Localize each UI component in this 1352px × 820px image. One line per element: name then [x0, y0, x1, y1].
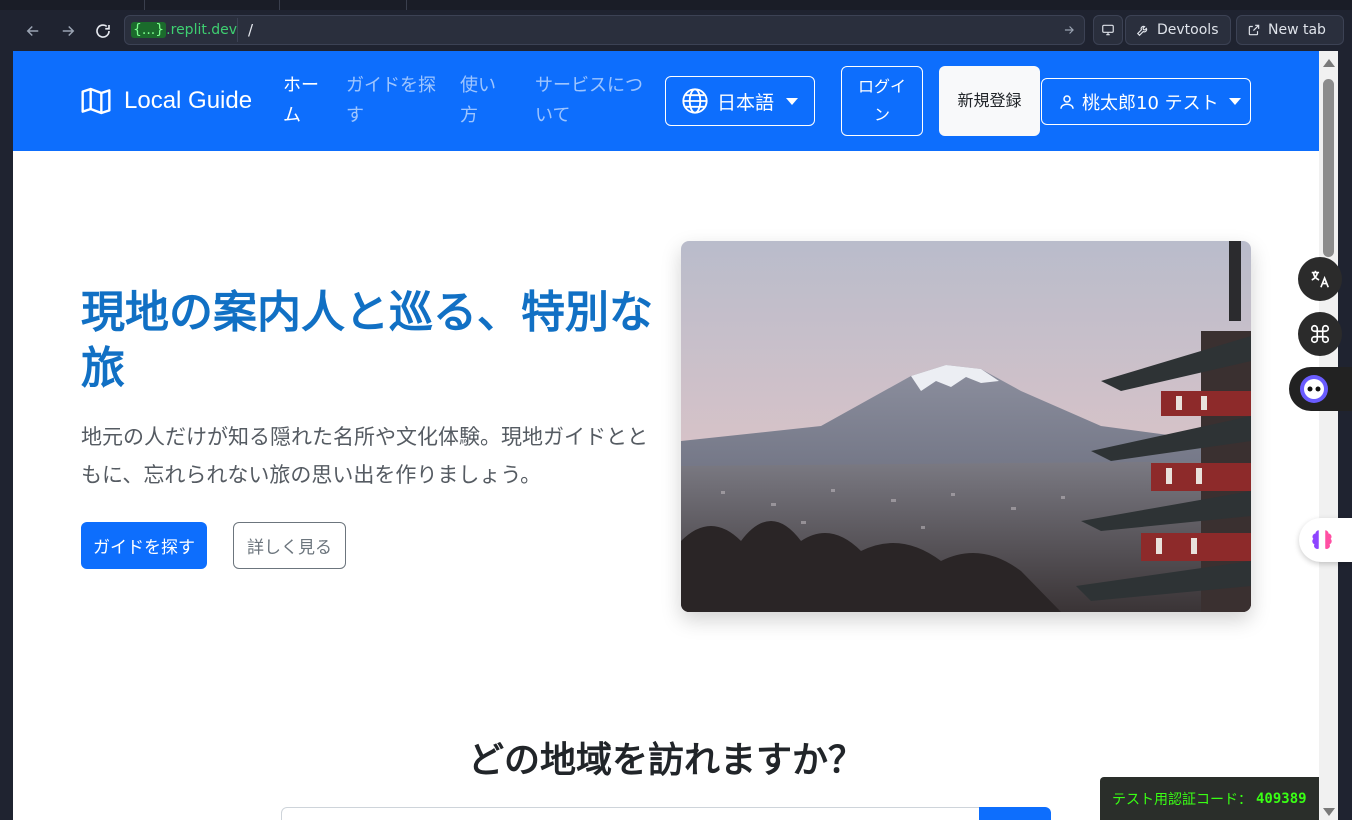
- brand-link[interactable]: Local Guide: [80, 85, 252, 117]
- tab-divider: [279, 0, 280, 10]
- tab-strip: [0, 0, 1352, 10]
- caret-down-icon: [1228, 98, 1241, 105]
- map-icon: [81, 87, 111, 115]
- auth-code-value: 409389: [1256, 790, 1307, 807]
- region-search-button[interactable]: [979, 807, 1051, 820]
- assistant-fab[interactable]: [1289, 367, 1352, 411]
- wrench-icon: [1136, 25, 1148, 37]
- translate-icon: [1311, 270, 1330, 288]
- nav-link-how-to[interactable]: 使い方: [460, 71, 498, 131]
- fuji-illustration: [681, 241, 1251, 612]
- brand-name: Local Guide: [124, 87, 253, 114]
- learn-more-button[interactable]: 詳しく見る: [233, 522, 346, 569]
- external-link-icon: [1248, 24, 1260, 36]
- tab-divider: [144, 0, 145, 10]
- url-path: /: [248, 21, 254, 39]
- hero-lead: 地元の人だけが知る隠れた名所や文化体験。現地ガイドとともに、忘れられない旅の思い…: [81, 425, 648, 487]
- nav-link-find-guide[interactable]: ガイドを探す: [346, 71, 436, 131]
- nav-link-home[interactable]: ホーム: [283, 71, 319, 131]
- hero-image-mt-fuji-pagoda: [681, 241, 1251, 612]
- caret-down-icon: [786, 97, 799, 105]
- url-host: {...} .replit.dev: [127, 18, 241, 42]
- new-tab-button[interactable]: New tab: [1236, 15, 1344, 45]
- arrow-left-icon: [26, 25, 39, 37]
- brain-extension-fab[interactable]: [1299, 518, 1352, 562]
- brain-icon: [1312, 530, 1332, 549]
- login-button[interactable]: ログイン: [841, 66, 923, 136]
- browser-toolbar: {...} .replit.dev / Devtools New tab: [12, 10, 1352, 51]
- user-name: 桃太郎10 テスト: [1082, 92, 1219, 114]
- window-edge: [1338, 51, 1352, 820]
- scroll-up-arrow-icon[interactable]: [1323, 59, 1335, 67]
- address-bar[interactable]: {...} .replit.dev /: [124, 15, 1085, 45]
- reload-button[interactable]: [90, 18, 116, 44]
- signup-button[interactable]: 新規登録: [939, 66, 1040, 136]
- devtools-button[interactable]: Devtools: [1125, 15, 1231, 45]
- translate-fab[interactable]: [1298, 257, 1342, 301]
- page-scrollbar[interactable]: [1319, 51, 1338, 820]
- language-label: 日本語: [717, 91, 775, 114]
- nav-link-about[interactable]: サービスについて: [535, 71, 647, 131]
- monitor-icon: [1102, 24, 1114, 36]
- new-tab-label: New tab: [1268, 22, 1326, 38]
- scroll-down-arrow-icon[interactable]: [1323, 808, 1335, 816]
- url-separator: [237, 18, 238, 42]
- reload-icon: [96, 24, 110, 38]
- command-icon: [1310, 324, 1330, 344]
- site-navbar: Local Guide ホーム ガイドを探す 使い方 サービスについて 日本語 …: [13, 51, 1319, 151]
- arrow-right-icon: [62, 25, 75, 37]
- go-arrow-icon[interactable]: [1062, 23, 1076, 37]
- url-host-highlight: {...}: [131, 22, 167, 38]
- command-fab[interactable]: [1298, 312, 1342, 356]
- forward-button[interactable]: [55, 18, 81, 44]
- robot-face-icon: [1300, 375, 1328, 403]
- user-icon: [1060, 94, 1074, 109]
- region-search-input[interactable]: [281, 807, 981, 820]
- language-dropdown[interactable]: 日本語: [665, 76, 815, 126]
- test-auth-code-banner: テスト用認証コード： 409389: [1100, 777, 1319, 820]
- region-section-title: どの地域を訪れますか？: [467, 740, 864, 781]
- tab-divider: [406, 0, 407, 10]
- devtools-label: Devtools: [1157, 22, 1219, 38]
- find-guide-button[interactable]: ガイドを探す: [81, 522, 207, 569]
- back-button[interactable]: [20, 18, 46, 44]
- user-dropdown[interactable]: 桃太郎10 テスト: [1041, 78, 1251, 125]
- scroll-thumb[interactable]: [1323, 79, 1334, 257]
- page-viewport: Local Guide ホーム ガイドを探す 使い方 サービスについて 日本語 …: [13, 51, 1319, 820]
- auth-code-label: テスト用認証コード：: [1112, 791, 1252, 808]
- url-host-domain: .replit.dev: [166, 22, 238, 38]
- globe-icon: [682, 88, 708, 114]
- device-preview-button[interactable]: [1093, 15, 1123, 45]
- hero-title: 現地の案内人と巡る、特別な旅: [81, 287, 653, 394]
